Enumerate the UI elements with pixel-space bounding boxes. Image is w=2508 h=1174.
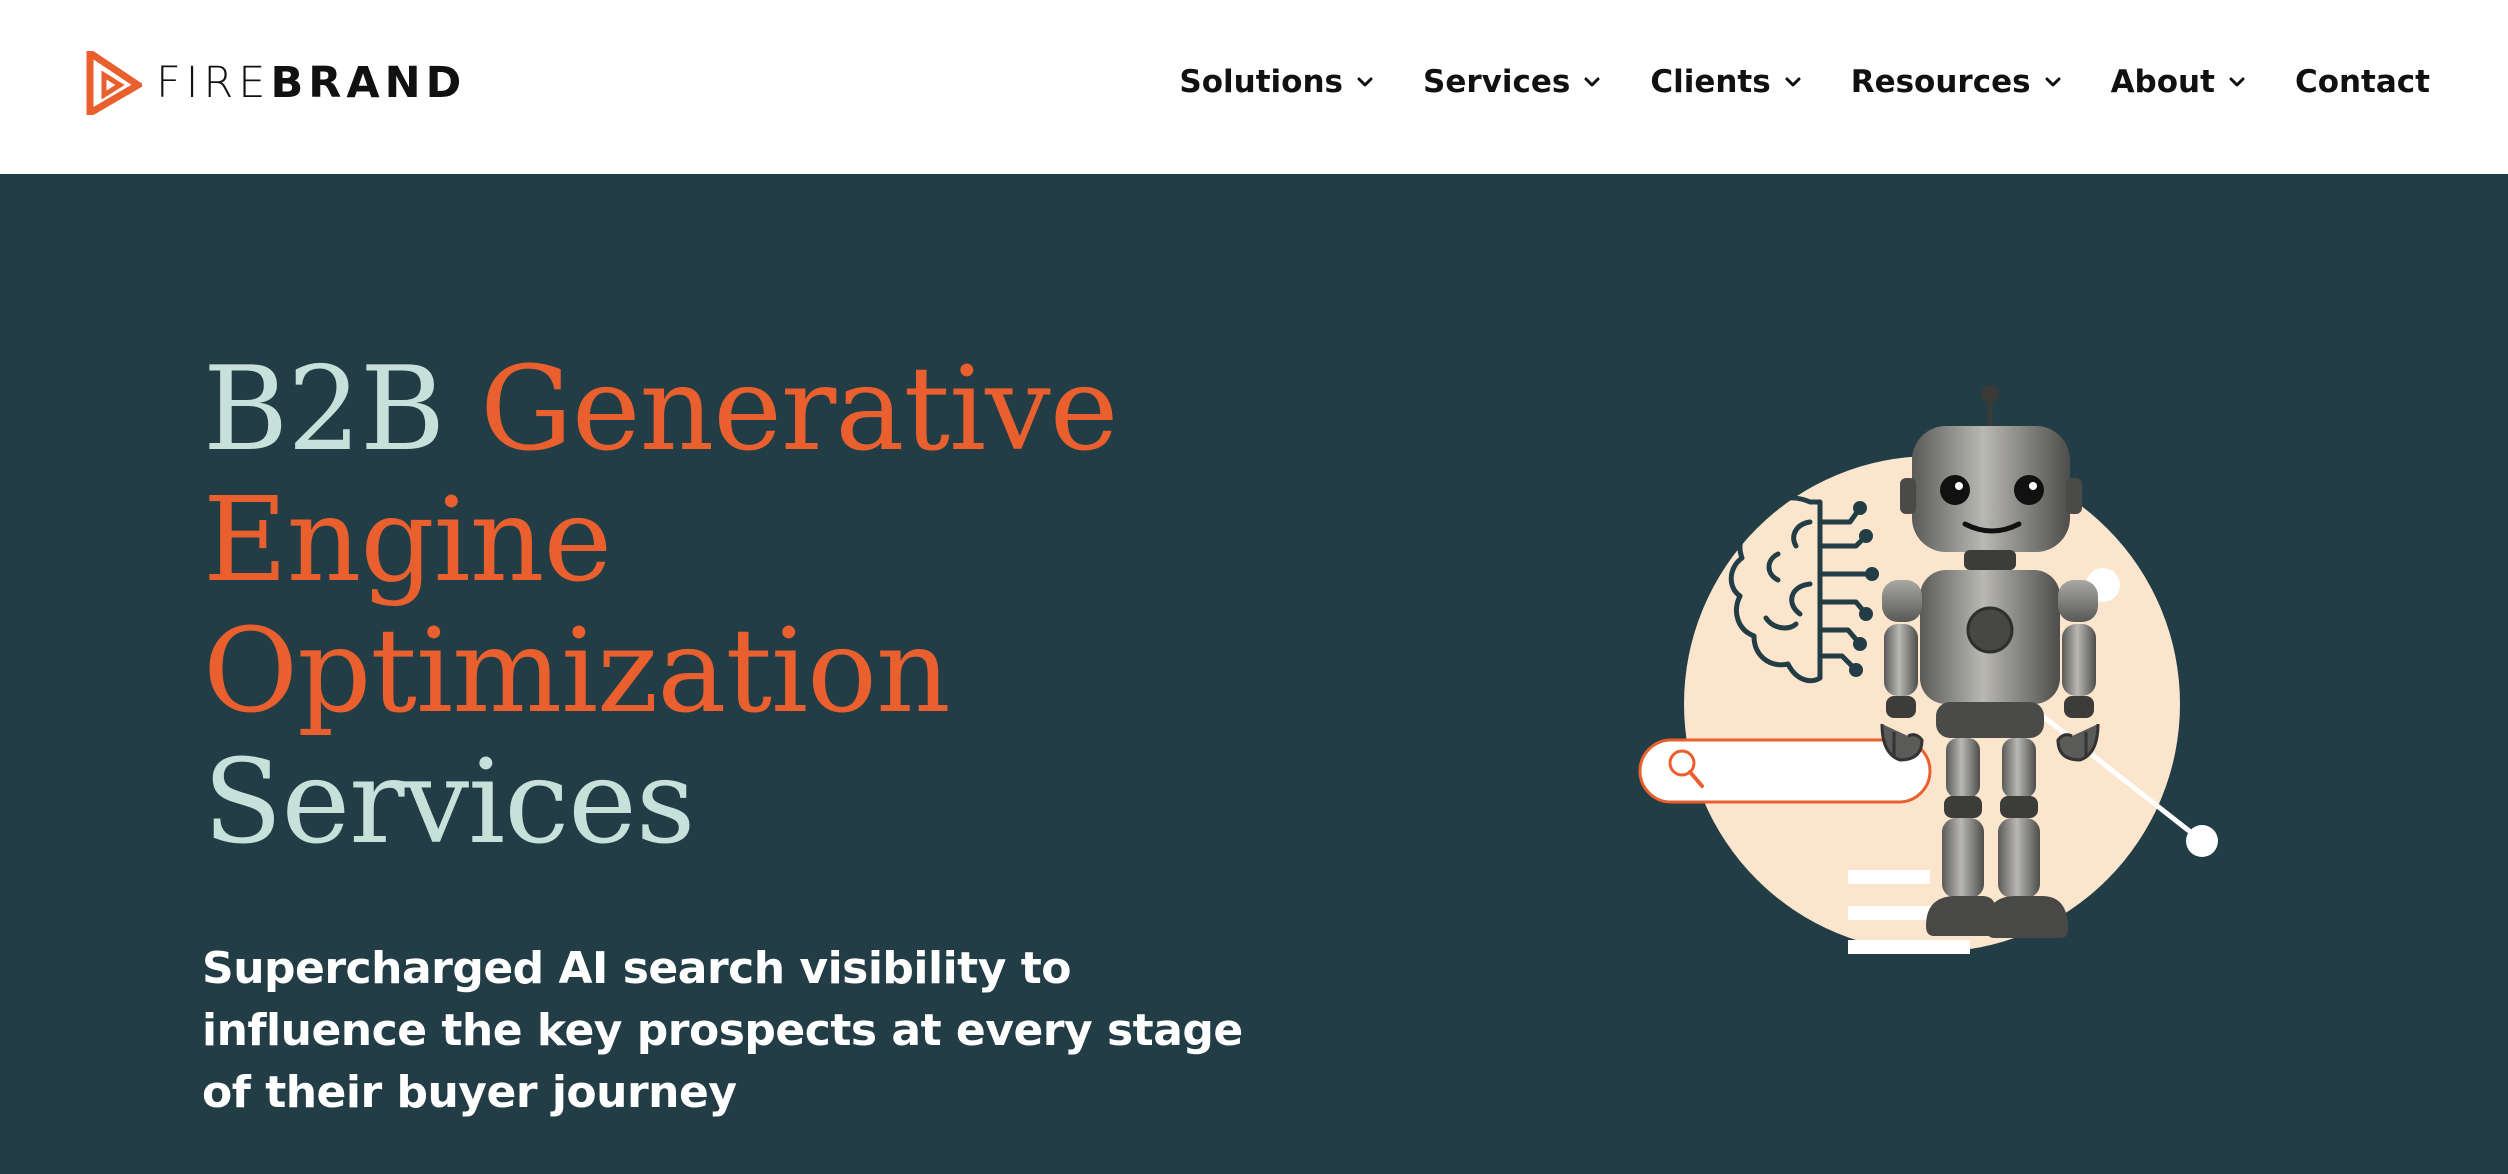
nav-item-label: Solutions xyxy=(1179,64,1343,100)
logo-wordmark: FIREBRAND xyxy=(156,61,466,105)
nav-item-resources[interactable]: Resources xyxy=(1851,64,2061,100)
headline-services: Services xyxy=(203,735,695,870)
chevron-down-icon xyxy=(1584,77,1600,87)
chevron-down-icon xyxy=(1357,77,1373,87)
chevron-down-icon xyxy=(1785,77,1801,87)
connector-dot xyxy=(2186,825,2218,857)
site-header: FIREBRAND Solutions Services Clients Resour… xyxy=(0,0,2508,174)
play-triangle-logo-icon xyxy=(86,51,142,115)
nav-item-label: About xyxy=(2110,64,2215,100)
nav-item-clients[interactable]: Clients xyxy=(1650,64,1801,100)
main-nav: Solutions Services Clients Resources About Co… xyxy=(1179,56,2430,108)
headline-engine: Engine xyxy=(203,473,612,608)
headline-optimization: Optimization xyxy=(203,604,951,739)
hero-illustration xyxy=(1638,385,2218,954)
hero-headline: B2B Generative Engine Optimization Servi… xyxy=(203,344,1203,868)
nav-item-services[interactable]: Services xyxy=(1423,64,1600,100)
firebrand-logo[interactable]: FIREBRAND xyxy=(86,50,466,116)
chevron-down-icon xyxy=(2229,77,2245,87)
hero-subhead: Supercharged AI search visibility to inf… xyxy=(202,943,1243,1118)
headline-generative: Generative xyxy=(480,342,1118,477)
logo-wordmark-bold: BRAND xyxy=(270,57,467,108)
nav-item-solutions[interactable]: Solutions xyxy=(1179,64,1373,100)
hero-section: B2B Generative Engine Optimization Servi… xyxy=(0,174,2508,1174)
headline-b2b: B2B xyxy=(203,342,481,477)
nav-item-about[interactable]: About xyxy=(2111,64,2245,100)
logo-wordmark-light: FIRE xyxy=(156,57,271,108)
nav-item-label: Services xyxy=(1423,64,1571,100)
nav-item-label: Clients xyxy=(1650,64,1771,100)
nav-item-contact[interactable]: Contact xyxy=(2295,64,2430,100)
nav-item-label: Resources xyxy=(1850,64,2031,100)
nav-item-label: Contact xyxy=(2294,64,2430,100)
chevron-down-icon xyxy=(2045,77,2061,87)
